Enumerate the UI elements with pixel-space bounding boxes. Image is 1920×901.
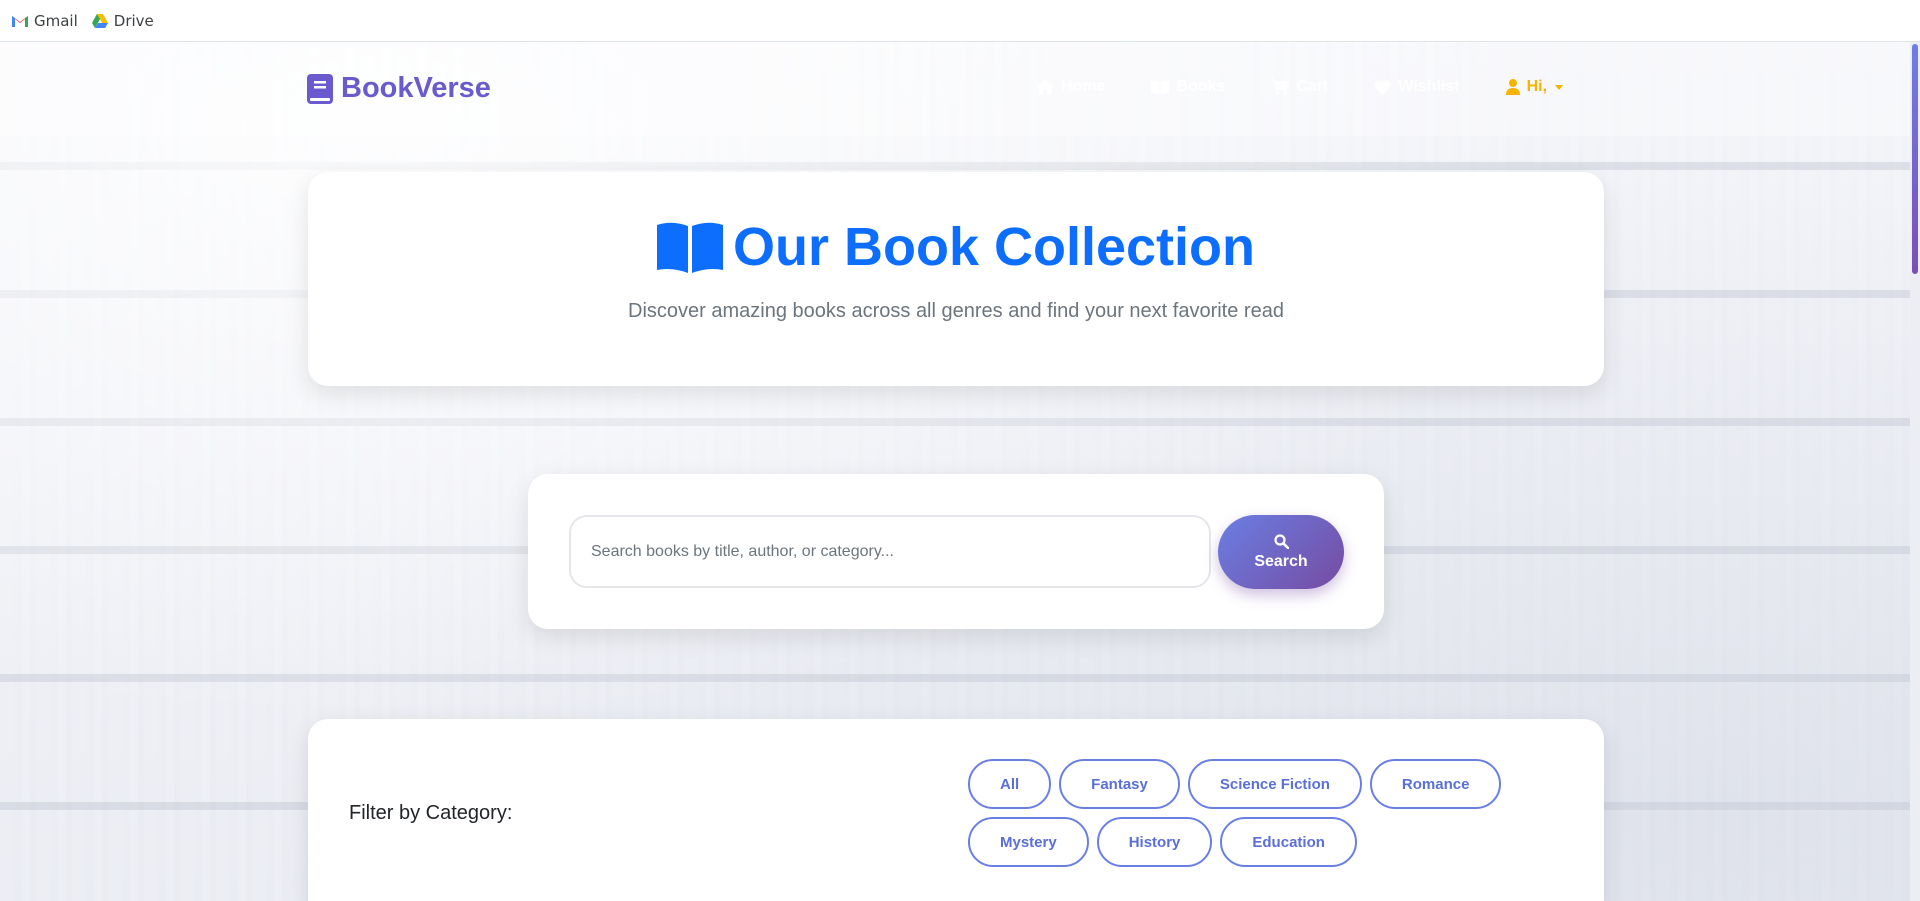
brand-logo[interactable]: BookVerse: [307, 72, 491, 105]
user-greeting: Hi,: [1526, 78, 1548, 95]
category-chip-education[interactable]: Education: [1220, 817, 1357, 867]
page-title: Our Book Collection: [308, 216, 1604, 278]
bookmark-drive[interactable]: Drive: [91, 11, 154, 30]
hero-card: Our Book Collection Discover amazing boo…: [308, 172, 1604, 386]
chevron-down-icon: [1555, 84, 1564, 90]
category-chip-romance[interactable]: Romance: [1369, 759, 1502, 809]
page-background: BookVerse Home Books Cart Wishlist Hi, O…: [0, 42, 1920, 901]
category-chip-all[interactable]: All: [968, 759, 1052, 809]
category-chip-science-fiction[interactable]: Science Fiction: [1187, 759, 1362, 809]
category-filters: All Fantasy Science Fiction Romance Myst…: [968, 759, 1528, 875]
open-book-icon: [1151, 80, 1170, 94]
filter-label: Filter by Category:: [349, 802, 513, 824]
search-icon: [1273, 533, 1289, 549]
search-button[interactable]: Search: [1218, 515, 1344, 589]
brand-name: BookVerse: [341, 72, 491, 104]
nav-home[interactable]: Home: [1036, 78, 1105, 96]
nav-cart[interactable]: Cart: [1271, 78, 1328, 96]
nav-wishlist-label: Wishlist: [1398, 78, 1460, 95]
open-book-icon: [656, 222, 723, 273]
search-card: Search: [528, 474, 1384, 629]
scrollbar-thumb[interactable]: [1912, 44, 1918, 274]
home-icon: [1036, 79, 1054, 95]
nav-books-label: Books: [1176, 78, 1226, 95]
user-menu-toggle[interactable]: Hi,: [1505, 78, 1564, 96]
filter-card: Filter by Category: All Fantasy Science …: [308, 719, 1604, 901]
category-chip-fantasy[interactable]: Fantasy: [1059, 759, 1180, 809]
category-chip-mystery[interactable]: Mystery: [968, 817, 1089, 867]
scrollbar[interactable]: [1910, 42, 1920, 901]
bookmark-label: Gmail: [34, 11, 78, 30]
nav-home-label: Home: [1061, 78, 1106, 95]
nav-books[interactable]: Books: [1151, 78, 1225, 96]
nav-wishlist[interactable]: Wishlist: [1374, 78, 1460, 96]
heart-icon: [1374, 80, 1391, 95]
page-subtitle: Discover amazing books across all genres…: [628, 300, 1284, 322]
gmail-icon: [12, 15, 28, 27]
bookmarks-bar: Gmail Drive: [0, 0, 1920, 42]
user-icon: [1505, 79, 1520, 95]
book-icon: [307, 73, 333, 104]
nav-links: Home Books Cart Wishlist Hi,: [1036, 78, 1564, 96]
navbar: BookVerse Home Books Cart Wishlist Hi,: [0, 42, 1910, 136]
search-input[interactable]: [569, 515, 1211, 588]
page-title-text: Our Book Collection: [732, 217, 1256, 277]
cart-icon: [1271, 79, 1290, 95]
search-button-label: Search: [1254, 552, 1308, 570]
drive-icon: [91, 13, 108, 28]
bookmark-label: Drive: [113, 11, 154, 30]
category-chip-history[interactable]: History: [1096, 817, 1213, 867]
nav-cart-label: Cart: [1296, 78, 1329, 95]
bookmark-gmail[interactable]: Gmail: [12, 12, 78, 30]
